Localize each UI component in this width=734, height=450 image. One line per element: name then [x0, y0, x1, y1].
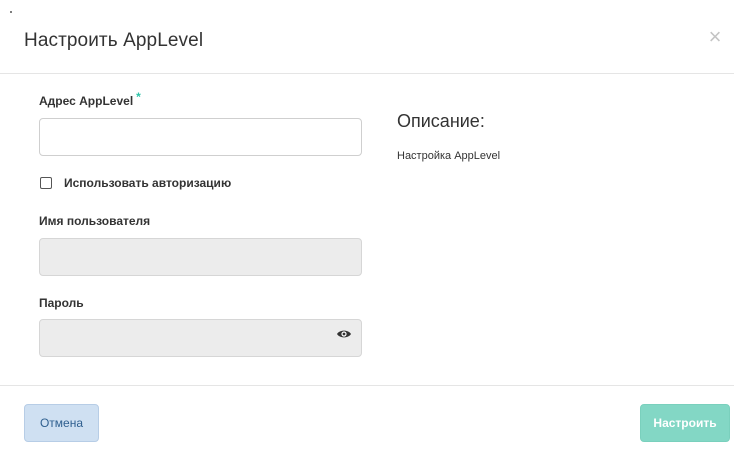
password-label: Пароль	[39, 296, 84, 310]
use-auth-label[interactable]: Использовать авторизацию	[64, 176, 231, 190]
modal-header: Настроить AppLevel ×	[0, 0, 734, 74]
modal-title: Настроить AppLevel	[24, 30, 204, 51]
description-text: Настройка AppLevel	[397, 150, 501, 162]
address-label-text: Адрес AppLevel	[39, 94, 134, 108]
username-input[interactable]	[39, 238, 362, 276]
eye-icon[interactable]	[336, 328, 352, 340]
footer-divider	[0, 385, 734, 386]
close-icon[interactable]: ×	[704, 26, 726, 48]
address-input[interactable]	[39, 118, 362, 156]
configure-applevel-modal: Настроить AppLevel × Адрес AppLevel * Исп…	[0, 0, 734, 450]
configure-button[interactable]: Настроить	[640, 404, 730, 442]
password-input[interactable]	[39, 319, 362, 357]
cancel-button[interactable]: Отмена	[24, 404, 99, 442]
address-label: Адрес AppLevel *	[39, 90, 141, 108]
use-auth-checkbox[interactable]	[40, 177, 52, 189]
description-title: Описание:	[397, 111, 485, 131]
username-label: Имя пользователя	[39, 214, 151, 228]
required-mark: *	[136, 90, 141, 104]
